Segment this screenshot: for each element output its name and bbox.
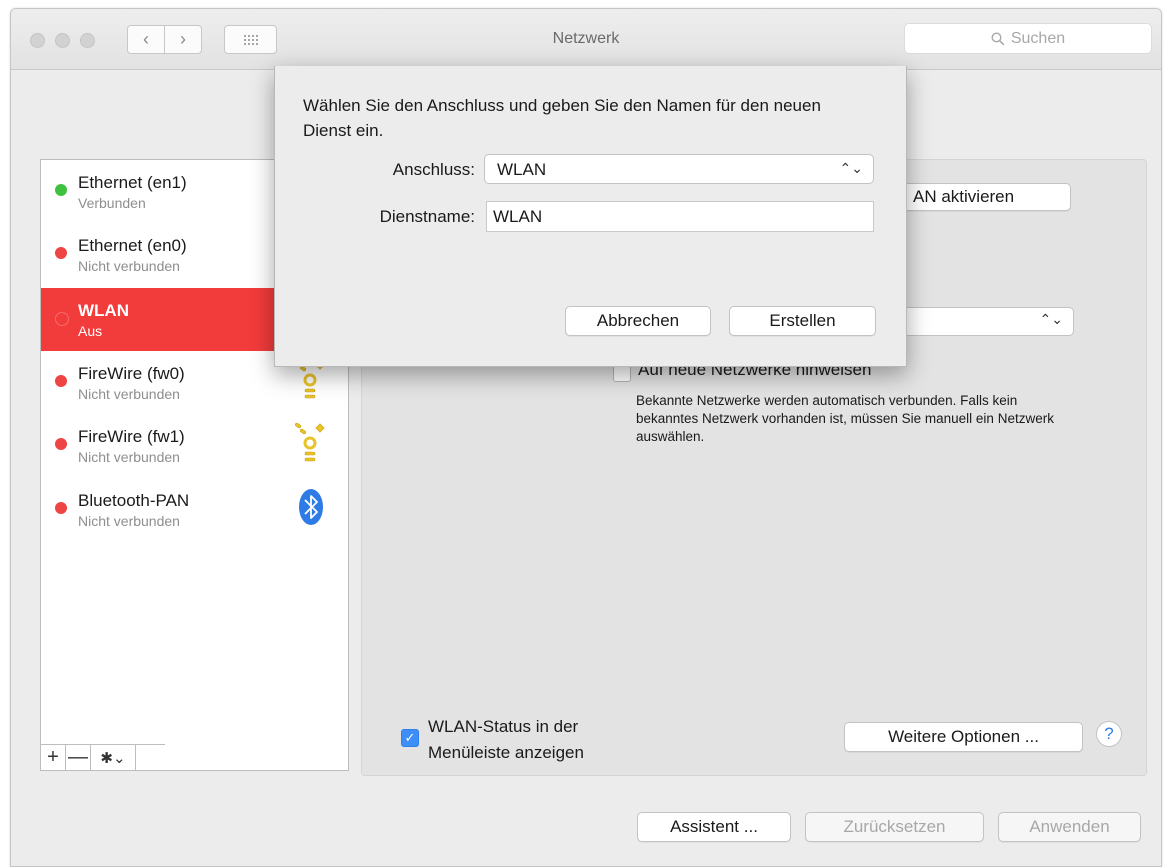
status-dot-icon bbox=[55, 312, 69, 326]
title-bar: ‹ › Netzwerk Suchen bbox=[11, 9, 1161, 70]
service-name: Bluetooth-PAN bbox=[78, 491, 190, 510]
create-button[interactable]: Erstellen bbox=[729, 306, 876, 336]
service-status: Aus bbox=[78, 323, 103, 339]
reset-button[interactable]: Zurücksetzen bbox=[805, 812, 984, 842]
search-placeholder: Suchen bbox=[1010, 29, 1066, 47]
service-list-toolbar: + — ✱⌄ bbox=[41, 744, 165, 770]
help-button[interactable]: ? bbox=[1096, 721, 1122, 747]
help-icon: ? bbox=[1104, 724, 1114, 743]
service-item[interactable]: Bluetooth-PAN Nicht verbunden bbox=[41, 478, 348, 541]
more-options-button[interactable]: Weitere Optionen ... bbox=[844, 722, 1083, 752]
status-dot-icon bbox=[55, 375, 67, 387]
service-item[interactable]: FireWire (fw1) Nicht verbunden bbox=[41, 414, 348, 477]
checkmark-icon: ✓ bbox=[404, 730, 416, 745]
updown-arrows-icon: ⌃⌄ bbox=[839, 160, 863, 176]
status-dot-icon bbox=[55, 438, 67, 450]
assistant-button[interactable]: Assistent ... bbox=[637, 812, 791, 842]
menubar-status-line1: WLAN-Status in der bbox=[428, 717, 579, 736]
wlan-toggle-button[interactable]: AN aktivieren bbox=[884, 183, 1071, 211]
sheet-message: Wählen Sie den Anschluss und geben Sie d… bbox=[303, 96, 821, 140]
bluetooth-icon bbox=[291, 484, 331, 534]
service-status: Nicht verbunden bbox=[78, 449, 180, 465]
interface-select[interactable]: WLAN ⌃⌄ bbox=[484, 154, 874, 184]
service-status: Nicht verbunden bbox=[78, 258, 180, 274]
service-name-label: Dienstname: bbox=[379, 207, 475, 226]
status-dot-icon bbox=[55, 247, 67, 259]
status-dot-icon bbox=[55, 184, 67, 196]
search-icon bbox=[991, 31, 1005, 45]
status-dot-icon bbox=[55, 502, 67, 514]
add-service-button[interactable]: + bbox=[41, 745, 66, 770]
remove-service-button[interactable]: — bbox=[66, 745, 91, 770]
service-name: Ethernet (en0) bbox=[78, 236, 187, 255]
firewire-icon bbox=[291, 420, 331, 470]
gear-menu-button[interactable]: ✱⌄ bbox=[91, 745, 136, 770]
network-name-popup[interactable]: ⌃⌄ bbox=[900, 307, 1074, 336]
service-status: Nicht verbunden bbox=[78, 386, 180, 402]
updown-arrows-icon: ⌃⌄ bbox=[1039, 311, 1063, 327]
service-name: FireWire (fw1) bbox=[78, 427, 185, 446]
interface-label: Anschluss: bbox=[392, 160, 475, 179]
service-name: Ethernet (en1) bbox=[78, 173, 187, 192]
interface-value: WLAN bbox=[497, 160, 547, 179]
apply-button[interactable]: Anwenden bbox=[998, 812, 1141, 842]
menubar-status-line2: Menüleiste anzeigen bbox=[428, 743, 584, 762]
service-name-input[interactable] bbox=[486, 201, 874, 232]
gear-icon: ✱⌄ bbox=[100, 749, 126, 767]
service-name: FireWire (fw0) bbox=[78, 364, 185, 383]
cancel-button[interactable]: Abbrechen bbox=[565, 306, 711, 336]
menubar-status-label: WLAN-Status in der Menüleiste anzeigen bbox=[428, 714, 584, 766]
service-name: WLAN bbox=[78, 301, 129, 320]
menubar-status-checkbox[interactable]: ✓ bbox=[401, 729, 419, 747]
service-status: Nicht verbunden bbox=[78, 513, 180, 529]
ask-to-join-description: Bekannte Netzwerke werden automatisch ve… bbox=[636, 393, 1054, 444]
service-status: Verbunden bbox=[78, 195, 146, 211]
search-field[interactable]: Suchen bbox=[904, 23, 1152, 54]
new-service-sheet: Wählen Sie den Anschluss und geben Sie d… bbox=[274, 66, 907, 367]
